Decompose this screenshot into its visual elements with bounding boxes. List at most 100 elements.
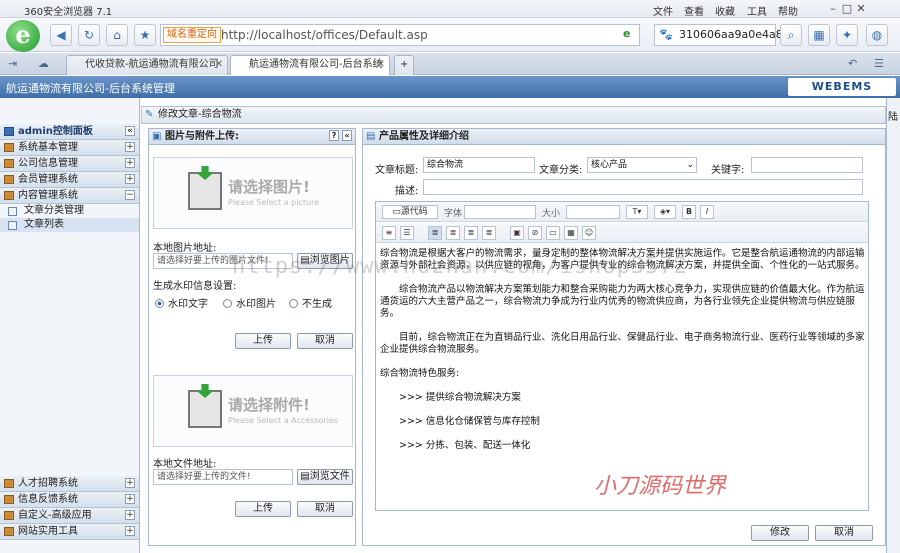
menu-tools[interactable]: 工具: [747, 3, 767, 18]
description-input[interactable]: [423, 179, 863, 195]
sidebar-item-category[interactable]: 文章分类管理: [0, 204, 139, 218]
browser-title: 360安全浏览器 7.1: [24, 7, 113, 18]
image-drop-zone[interactable]: 请选择图片! Please Select a picture: [153, 157, 353, 229]
bullet-list-button[interactable]: ☰: [400, 226, 414, 240]
menu-help[interactable]: 帮助: [778, 3, 798, 18]
align-center-button[interactable]: ≣: [446, 226, 460, 240]
browse-file-button[interactable]: ▤浏览文件: [297, 469, 353, 485]
favorite-button[interactable]: ★: [134, 24, 156, 46]
align-right-button[interactable]: ≣: [464, 226, 478, 240]
cancel-button[interactable]: 取消: [815, 525, 873, 541]
sidebar-item-recruit[interactable]: 人才招聘系统 +: [0, 476, 139, 492]
home-button[interactable]: ⌂: [106, 24, 128, 46]
justify-button[interactable]: ≣: [482, 226, 496, 240]
menu-icon[interactable]: ☰: [874, 57, 884, 70]
back-arrow-icon: ◀: [56, 28, 66, 42]
insert-table-button[interactable]: ▦: [564, 226, 578, 240]
align-left-button[interactable]: ≣: [428, 226, 442, 240]
search-box[interactable]: 🐾 310606aa9a0e4a8a: [654, 24, 789, 46]
expand-icon[interactable]: +: [125, 158, 135, 168]
font-select[interactable]: [464, 205, 536, 219]
engine-icon[interactable]: e: [623, 27, 630, 40]
article-title-input[interactable]: 综合物流: [423, 157, 535, 173]
expand-icon[interactable]: +: [125, 174, 135, 184]
insert-flash-button[interactable]: ⊘: [528, 226, 542, 240]
sidebar-toggle-icon[interactable]: ⇥: [8, 57, 17, 70]
file-path-input[interactable]: 请选择好要上传的文件!: [153, 469, 293, 485]
minimize-icon[interactable]: –: [826, 2, 840, 15]
search-icon: ⌕: [787, 28, 795, 42]
sidebar-item-company[interactable]: 公司信息管理 +: [0, 156, 139, 172]
undo-icon[interactable]: ↶: [848, 57, 857, 70]
sidebar-item-articles[interactable]: 文章列表: [0, 218, 139, 232]
menu-file[interactable]: 文件: [653, 3, 673, 18]
tab-cod[interactable]: 代收贷款-航运通物流有限公司 ✕: [66, 55, 228, 75]
file-drop-zone[interactable]: 请选择附件! Please Select a Accessories: [153, 375, 353, 447]
sidebar-item-content[interactable]: 内容管理系统 −: [0, 188, 139, 204]
help-icon[interactable]: ?: [329, 130, 339, 141]
text-color-button[interactable]: T▾: [626, 205, 648, 219]
sidebar-item-advanced[interactable]: 自定义-高级应用 +: [0, 508, 139, 524]
nav-label: 信息反馈系统: [18, 494, 78, 505]
ordered-list-button[interactable]: ≡: [382, 226, 396, 240]
sidebar-item-feedback[interactable]: 信息反馈系统 +: [0, 492, 139, 508]
size-select[interactable]: [566, 205, 620, 219]
close-tab-icon[interactable]: ✕: [215, 56, 223, 74]
expand-icon[interactable]: +: [125, 526, 135, 536]
collapse-panel-icon[interactable]: «: [125, 126, 135, 136]
expand-icon[interactable]: +: [125, 478, 135, 488]
page-icon: [8, 221, 17, 230]
tab-admin[interactable]: 航运通物流有限公司-后台系统 ✕: [230, 55, 390, 75]
globe-button[interactable]: ◍: [866, 24, 888, 46]
expand-icon[interactable]: +: [125, 494, 135, 504]
menu-favorites[interactable]: 收藏: [715, 3, 735, 18]
close-tab-icon[interactable]: ✕: [377, 56, 385, 74]
search-value[interactable]: 310606aa9a0e4a8a: [679, 28, 789, 41]
new-tab-button[interactable]: +: [394, 55, 414, 75]
upload-image-button[interactable]: 上传: [235, 333, 291, 349]
editor-toolbar-row-2: ≡ ☰ ≣ ≣ ≣ ≣ ▣ ⊘ ▭ ▦ ☺: [376, 223, 868, 243]
collapse-icon[interactable]: «: [342, 130, 352, 141]
bold-button[interactable]: B: [682, 205, 696, 219]
grid-button[interactable]: ▦: [808, 24, 830, 46]
expand-icon[interactable]: +: [125, 142, 135, 152]
highlight-icon: ◈▾: [659, 207, 671, 216]
insert-media-button[interactable]: ▭: [546, 226, 560, 240]
sidebar-item-members[interactable]: 会员管理系统 +: [0, 172, 139, 188]
wm-image-radio[interactable]: 水印图片: [223, 295, 276, 310]
maximize-icon[interactable]: □: [840, 2, 854, 15]
category-select[interactable]: 核心产品 ⌄: [587, 157, 697, 173]
refresh-button[interactable]: ↻: [78, 24, 100, 46]
address-bar[interactable]: 域名重定向 http://localhost/offices/Default.a…: [160, 24, 640, 46]
cancel-image-button[interactable]: 取消: [297, 333, 353, 349]
menu-view[interactable]: 查看: [684, 3, 704, 18]
collapse-icon[interactable]: −: [125, 190, 135, 200]
wm-text-radio[interactable]: 水印文字: [155, 295, 208, 310]
insert-emoticon-button[interactable]: ☺: [582, 226, 596, 240]
upload-panel: ▣ 图片与附件上传: ? « 请选择图片! Please Select a pi…: [148, 128, 356, 546]
wm-none-radio[interactable]: 不生成: [289, 295, 332, 310]
source-code-button[interactable]: ▭源代码: [382, 205, 438, 219]
picture-icon: ▣: [513, 228, 521, 237]
radio-icon: [223, 299, 232, 308]
rich-text-editor[interactable]: ▭源代码 字体 大小 T▾ ◈▾ B I ≡ ☰ ≣ ≣ ≣ ≣ ▣ ⊘ ▭ ▦…: [375, 201, 869, 511]
extension-button[interactable]: ✦: [836, 24, 858, 46]
cloud-icon[interactable]: ☁: [38, 57, 49, 70]
search-button[interactable]: ⌕: [780, 24, 802, 46]
italic-button[interactable]: I: [700, 205, 714, 219]
sidebar-item-tools[interactable]: 网站实用工具 +: [0, 524, 139, 540]
description-label: 描述:: [395, 186, 419, 197]
back-button[interactable]: ◀: [50, 24, 72, 46]
save-button[interactable]: 修改: [751, 525, 809, 541]
bg-color-button[interactable]: ◈▾: [654, 205, 676, 219]
address-url[interactable]: http://localhost/offices/Default.asp: [221, 28, 428, 42]
keywords-input[interactable]: [751, 157, 863, 173]
insert-image-button[interactable]: ▣: [510, 226, 524, 240]
app-title: 航运通物流有限公司-后台系统管理: [6, 82, 175, 95]
editor-content[interactable]: 综合物流是根据大客户的物流需求，量身定制的整体物流解决方案并提供实施运作。它是整…: [380, 248, 866, 464]
upload-file-button[interactable]: 上传: [235, 501, 291, 517]
cancel-file-button[interactable]: 取消: [297, 501, 353, 517]
expand-icon[interactable]: +: [125, 510, 135, 520]
sidebar-item-system[interactable]: 系统基本管理 +: [0, 140, 139, 156]
close-icon[interactable]: ✕: [854, 2, 868, 15]
